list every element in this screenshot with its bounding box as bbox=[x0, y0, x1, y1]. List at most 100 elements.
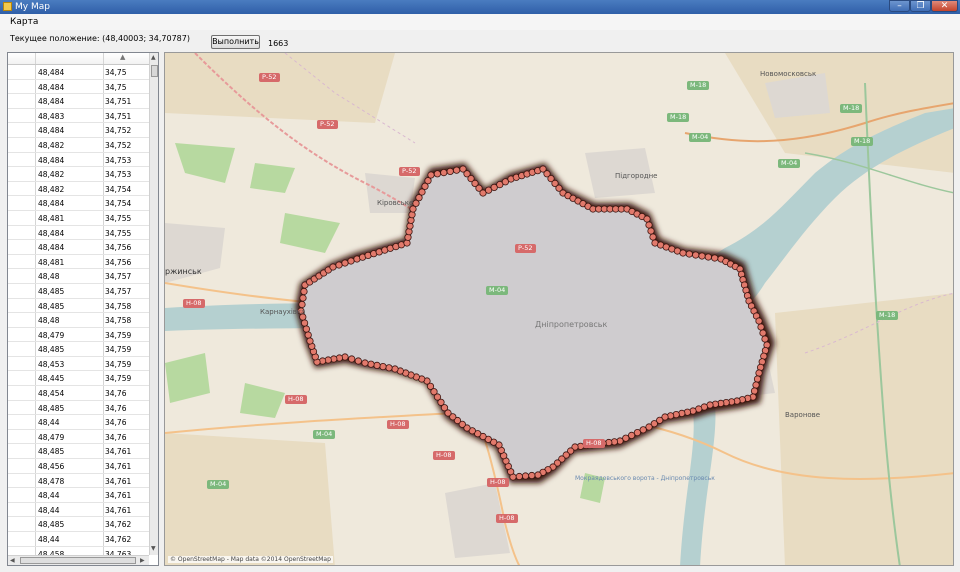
table-row[interactable]: 48,48 34,758 bbox=[8, 313, 149, 328]
table-row[interactable]: 48,479 34,76 bbox=[8, 429, 149, 445]
row-header-cell[interactable] bbox=[8, 502, 36, 517]
table-row[interactable]: 48,485 34,761 bbox=[8, 444, 149, 460]
row-header-cell[interactable] bbox=[8, 254, 36, 269]
latitude-cell[interactable]: 48,482 bbox=[38, 170, 64, 179]
table-row[interactable]: 48,481 34,756 bbox=[8, 254, 149, 270]
longitude-cell[interactable]: 34,759 bbox=[105, 331, 131, 340]
longitude-cell[interactable]: 34,761 bbox=[105, 491, 131, 500]
row-header-cell[interactable] bbox=[8, 167, 36, 181]
close-button[interactable]: ✕ bbox=[931, 0, 958, 12]
longitude-cell[interactable]: 34,755 bbox=[105, 214, 131, 223]
longitude-cell[interactable]: 34,761 bbox=[105, 477, 131, 486]
latitude-cell[interactable]: 48,485 bbox=[38, 447, 64, 456]
row-header-cell[interactable] bbox=[8, 342, 36, 356]
row-header-cell[interactable] bbox=[8, 356, 36, 371]
row-header-cell[interactable] bbox=[8, 65, 36, 79]
longitude-cell[interactable]: 34,75 bbox=[105, 83, 126, 92]
table-row[interactable]: 48,484 34,753 bbox=[8, 152, 149, 168]
longitude-cell[interactable]: 34,761 bbox=[105, 447, 131, 456]
row-header-cell[interactable] bbox=[8, 269, 36, 283]
longitude-cell[interactable]: 34,75 bbox=[105, 68, 126, 77]
longitude-cell[interactable]: 34,76 bbox=[105, 389, 126, 398]
longitude-cell[interactable]: 34,759 bbox=[105, 345, 131, 354]
map-view[interactable]: Дніпропетровськ Новомосковськ Підгородне… bbox=[164, 52, 954, 566]
longitude-cell[interactable]: 34,752 bbox=[105, 141, 131, 150]
latitude-cell[interactable]: 48,485 bbox=[38, 345, 64, 354]
row-header-cell[interactable] bbox=[8, 488, 36, 502]
latitude-cell[interactable]: 48,44 bbox=[38, 506, 59, 515]
longitude-cell[interactable]: 34,757 bbox=[105, 272, 131, 281]
table-row[interactable]: 48,44 34,761 bbox=[8, 488, 149, 503]
row-header-cell[interactable] bbox=[8, 137, 36, 152]
row-header-cell[interactable] bbox=[8, 108, 36, 123]
longitude-cell[interactable]: 34,76 bbox=[105, 418, 126, 427]
table-row[interactable]: 48,44 34,761 bbox=[8, 502, 149, 518]
scroll-up-icon[interactable]: ▲ bbox=[151, 54, 156, 62]
longitude-cell[interactable]: 34,761 bbox=[105, 506, 131, 515]
scroll-down-icon[interactable]: ▼ bbox=[151, 545, 156, 553]
horizontal-scroll-thumb[interactable] bbox=[20, 557, 136, 564]
table-row[interactable]: 48,481 34,755 bbox=[8, 210, 149, 226]
longitude-cell[interactable]: 34,759 bbox=[105, 374, 131, 383]
latitude-cell[interactable]: 48,484 bbox=[38, 156, 64, 165]
row-header-cell[interactable] bbox=[8, 415, 36, 429]
longitude-cell[interactable]: 34,761 bbox=[105, 462, 131, 471]
row-header-cell[interactable] bbox=[8, 400, 36, 415]
horizontal-scrollbar[interactable]: ◀ ▶ bbox=[8, 555, 149, 565]
latitude-cell[interactable]: 48,479 bbox=[38, 433, 64, 442]
row-header-cell[interactable] bbox=[8, 429, 36, 444]
table-row[interactable]: 48,485 34,758 bbox=[8, 298, 149, 314]
row-header-cell[interactable] bbox=[8, 123, 36, 137]
latitude-cell[interactable]: 48,481 bbox=[38, 258, 64, 267]
scroll-left-icon[interactable]: ◀ bbox=[10, 557, 15, 565]
latitude-cell[interactable]: 48,483 bbox=[38, 112, 64, 121]
minimize-button[interactable]: – bbox=[889, 0, 910, 12]
latitude-cell[interactable]: 48,456 bbox=[38, 462, 64, 471]
coordinates-grid[interactable]: ▲ 48,484 34,75 48,484 34,75 48,484 34,751 48,4… bbox=[7, 52, 159, 566]
longitude-cell[interactable]: 34,757 bbox=[105, 287, 131, 296]
table-row[interactable]: 48,479 34,759 bbox=[8, 327, 149, 343]
latitude-cell[interactable]: 48,485 bbox=[38, 404, 64, 413]
latitude-cell[interactable]: 48,484 bbox=[38, 199, 64, 208]
vertical-scroll-thumb[interactable] bbox=[151, 65, 158, 77]
latitude-cell[interactable]: 48,484 bbox=[38, 83, 64, 92]
longitude-cell[interactable]: 34,758 bbox=[105, 316, 131, 325]
row-header-cell[interactable] bbox=[8, 94, 36, 108]
table-row[interactable]: 48,484 34,752 bbox=[8, 123, 149, 138]
table-row[interactable]: 48,484 34,754 bbox=[8, 196, 149, 211]
row-header-cell[interactable] bbox=[8, 210, 36, 225]
scroll-right-icon[interactable]: ▶ bbox=[140, 557, 145, 565]
table-row[interactable]: 48,484 34,75 bbox=[8, 79, 149, 95]
table-row[interactable]: 48,454 34,76 bbox=[8, 386, 149, 401]
row-header-cell[interactable] bbox=[8, 327, 36, 342]
latitude-cell[interactable]: 48,485 bbox=[38, 302, 64, 311]
table-row[interactable]: 48,484 34,751 bbox=[8, 94, 149, 109]
latitude-cell[interactable]: 48,484 bbox=[38, 97, 64, 106]
latitude-cell[interactable]: 48,453 bbox=[38, 360, 64, 369]
table-row[interactable]: 48,482 34,754 bbox=[8, 181, 149, 197]
table-row[interactable]: 48,482 34,752 bbox=[8, 137, 149, 153]
table-row[interactable]: 48,485 34,759 bbox=[8, 342, 149, 357]
row-header-cell[interactable] bbox=[8, 386, 36, 400]
latitude-cell[interactable]: 48,479 bbox=[38, 331, 64, 340]
table-row[interactable]: 48,484 34,755 bbox=[8, 225, 149, 241]
run-button[interactable]: Выполнить bbox=[211, 35, 260, 49]
table-row[interactable]: 48,453 34,759 bbox=[8, 356, 149, 372]
table-row[interactable]: 48,48 34,757 bbox=[8, 269, 149, 284]
longitude-cell[interactable]: 34,762 bbox=[105, 535, 131, 544]
table-row[interactable]: 48,485 34,762 bbox=[8, 517, 149, 532]
table-row[interactable]: 48,482 34,753 bbox=[8, 167, 149, 182]
table-row[interactable]: 48,485 34,757 bbox=[8, 283, 149, 299]
table-row[interactable]: 48,485 34,76 bbox=[8, 400, 149, 416]
row-header-cell[interactable] bbox=[8, 152, 36, 167]
row-header-cell[interactable] bbox=[8, 225, 36, 240]
row-header-cell[interactable] bbox=[8, 517, 36, 531]
table-row[interactable]: 48,484 34,75 bbox=[8, 65, 149, 80]
latitude-cell[interactable]: 48,44 bbox=[38, 491, 59, 500]
row-header-cell[interactable] bbox=[8, 532, 36, 546]
longitude-cell[interactable]: 34,754 bbox=[105, 185, 131, 194]
row-header-cell[interactable] bbox=[8, 459, 36, 473]
row-header-cell[interactable] bbox=[8, 313, 36, 327]
latitude-cell[interactable]: 48,44 bbox=[38, 418, 59, 427]
longitude-cell[interactable]: 34,752 bbox=[105, 126, 131, 135]
